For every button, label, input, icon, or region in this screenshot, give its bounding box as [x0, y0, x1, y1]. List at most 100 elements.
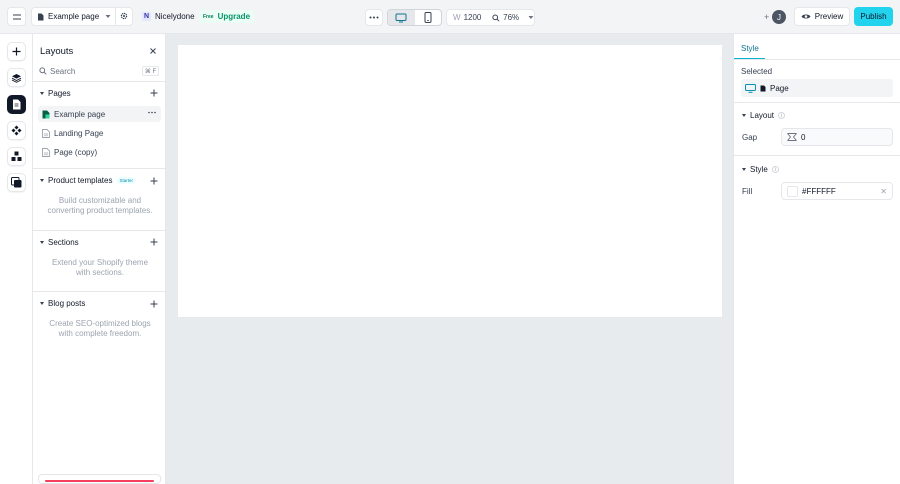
page-name: Example page — [54, 109, 106, 119]
section-header-blog-posts[interactable]: Blog posts — [40, 299, 85, 308]
home-page-icon — [42, 110, 50, 118]
width-input[interactable]: 1200 — [464, 13, 482, 22]
caret-down-icon — [742, 168, 746, 171]
add-element-button[interactable] — [7, 42, 26, 61]
avatar[interactable]: J — [772, 10, 786, 24]
empty-line: Extend your Shopify theme — [51, 258, 149, 267]
info-icon[interactable]: i — [778, 112, 786, 119]
layers-icon — [11, 73, 22, 83]
page-item-example-page[interactable]: Example page — [38, 106, 161, 122]
more-horizontal-icon[interactable] — [148, 111, 156, 114]
divider — [734, 59, 900, 60]
zoom-select[interactable]: 76% — [503, 13, 519, 22]
page-item-page-copy[interactable]: Page (copy) — [38, 144, 161, 160]
caret-down-icon — [40, 92, 44, 95]
fill-input[interactable]: #FFFFFF ✕ — [781, 182, 893, 200]
divider — [33, 168, 166, 169]
page-name: Page (copy) — [54, 147, 98, 157]
section-label: Style — [750, 165, 768, 174]
publish-button[interactable]: Publish — [854, 7, 893, 26]
fill-color-swatch[interactable] — [787, 185, 798, 197]
pages-icon — [13, 99, 21, 110]
page-name: Landing Page — [54, 128, 104, 138]
page-icon — [42, 128, 50, 138]
components-button[interactable] — [7, 121, 26, 140]
add-collaborator-button[interactable]: + — [764, 12, 769, 22]
caret-down-icon — [40, 241, 44, 244]
desktop-view-button[interactable] — [388, 10, 415, 25]
empty-state-text: Extend your Shopify theme with sections. — [40, 258, 160, 278]
pages-button[interactable] — [7, 95, 26, 114]
divider — [33, 81, 166, 82]
divider — [33, 291, 166, 292]
gap-icon — [787, 133, 797, 141]
section-header-pages[interactable]: Pages — [40, 89, 71, 98]
clear-icon[interactable]: ✕ — [880, 187, 887, 196]
section-label: Blog posts — [48, 299, 86, 308]
caret-down-icon — [742, 114, 746, 117]
section-label: Layout — [750, 111, 775, 120]
desktop-icon — [745, 83, 756, 93]
caret-down-icon — [40, 179, 44, 182]
chevron-down-icon — [528, 16, 534, 19]
gap-label: Gap — [742, 133, 758, 142]
tab-style[interactable]: Style — [741, 44, 759, 53]
more-options-button[interactable] — [365, 9, 383, 26]
divider — [734, 155, 900, 156]
mobile-view-button[interactable] — [415, 10, 442, 25]
hamburger-icon — [12, 14, 21, 19]
gear-icon[interactable] — [120, 12, 128, 20]
page-selector[interactable]: Example page — [31, 7, 133, 26]
page-item-landing-page[interactable]: Landing Page — [38, 125, 161, 141]
divider — [734, 102, 900, 103]
fill-label: Fill — [742, 187, 753, 196]
chevron-down-icon — [105, 15, 111, 18]
layers-button[interactable] — [7, 68, 26, 87]
page-icon — [38, 13, 44, 20]
add-section-button[interactable] — [150, 238, 158, 246]
section-header-sections[interactable]: Sections — [40, 238, 79, 247]
layout-section-header[interactable]: Layout i — [742, 111, 786, 120]
media-button[interactable] — [7, 173, 26, 192]
section-label: Product templates — [48, 176, 113, 185]
info-icon[interactable]: i — [771, 166, 779, 173]
apps-icon — [11, 151, 22, 161]
more-horizontal-icon — [369, 16, 379, 19]
empty-state-text: Create SEO-optimized blogs with complete… — [40, 319, 160, 339]
divider — [33, 230, 166, 231]
preview-label: Preview — [814, 12, 844, 21]
section-header-product-templates[interactable]: Product templates Starter — [40, 176, 135, 185]
device-toggle — [387, 9, 442, 26]
empty-line: converting product templates. — [47, 206, 153, 215]
search-input[interactable] — [50, 66, 140, 76]
store-name[interactable]: Nicelydone — [155, 12, 195, 21]
style-section-header[interactable]: Style i — [742, 165, 779, 174]
selected-element-name: Page — [770, 83, 789, 93]
usage-progress-bar — [45, 480, 154, 482]
section-label: Sections — [48, 238, 79, 247]
apps-button[interactable] — [7, 147, 26, 166]
current-page-name: Example page — [48, 12, 100, 21]
empty-line: Create SEO-optimized blogs — [49, 319, 151, 328]
gap-value: 0 — [801, 132, 806, 142]
zoom-icon — [492, 13, 500, 22]
usage-card[interactable] — [38, 474, 161, 484]
divider — [115, 8, 116, 25]
add-product-template-button[interactable] — [150, 177, 158, 185]
plan-badge: Starter — [117, 177, 135, 184]
canvas-width-zoom: W 1200 76% — [446, 9, 535, 26]
menu-button[interactable] — [7, 7, 26, 26]
page-icon — [42, 147, 50, 157]
empty-line: Build customizable and — [58, 196, 142, 205]
selected-element[interactable]: Page — [741, 79, 893, 97]
preview-button[interactable]: Preview — [794, 7, 850, 26]
media-icon — [11, 177, 22, 188]
close-icon[interactable] — [149, 47, 157, 55]
gap-input[interactable]: 0 — [781, 128, 893, 146]
add-page-button[interactable] — [150, 89, 158, 97]
upgrade-button[interactable]: Free Upgrade — [199, 10, 255, 23]
empty-line: with sections. — [75, 268, 125, 277]
page-artboard[interactable] — [178, 45, 722, 317]
add-blog-post-button[interactable] — [150, 300, 158, 308]
desktop-icon — [395, 13, 407, 22]
